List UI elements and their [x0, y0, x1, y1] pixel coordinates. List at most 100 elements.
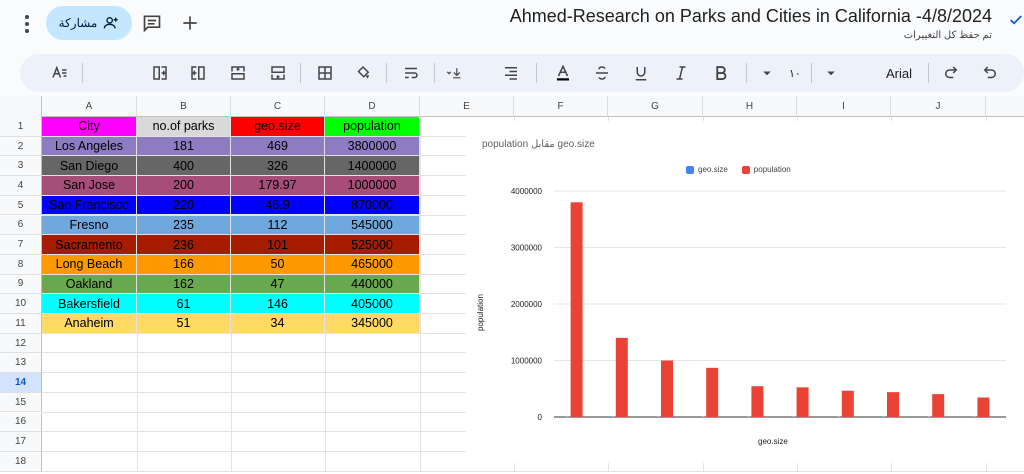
population-bar[interactable]: [570, 202, 583, 417]
cell-parks[interactable]: 166: [137, 254, 231, 275]
cell-geo-size[interactable]: 46.9: [231, 195, 325, 216]
cell-geo-size[interactable]: 112: [231, 215, 325, 236]
column-header-f[interactable]: F: [514, 96, 608, 117]
cell-parks[interactable]: 200: [137, 176, 231, 196]
geo-size-bar[interactable]: [883, 416, 885, 418]
comment-icon[interactable]: [142, 13, 162, 33]
cell-population[interactable]: 465000: [325, 254, 420, 275]
cell-population[interactable]: 3800000: [325, 136, 420, 157]
population-bar[interactable]: [751, 386, 764, 417]
header-cell[interactable]: population: [325, 117, 420, 137]
cell-population[interactable]: 440000: [325, 274, 420, 295]
row-header-9[interactable]: 9: [0, 274, 42, 295]
cell-geo-size[interactable]: 50: [231, 254, 325, 275]
row-header-6[interactable]: 6: [0, 215, 42, 236]
horizontal-align-icon[interactable]: [502, 63, 520, 83]
cell-parks[interactable]: 181: [137, 136, 231, 157]
cell-parks[interactable]: 236: [137, 235, 231, 255]
geo-size-bar[interactable]: [657, 416, 659, 418]
column-header-d[interactable]: D: [325, 96, 420, 117]
geo-size-bar[interactable]: [747, 416, 750, 418]
column-header-b[interactable]: B: [137, 96, 231, 117]
cell-city[interactable]: Bakersfield: [42, 294, 137, 314]
cell-geo-size[interactable]: 146: [231, 294, 325, 314]
cell-city[interactable]: Oakland: [42, 274, 137, 295]
population-bar[interactable]: [661, 360, 673, 418]
row-header-2[interactable]: 2: [0, 136, 42, 157]
cell-parks[interactable]: 61: [137, 294, 231, 314]
embedded-chart[interactable]: population مقابل geo.size geo.size popul…: [466, 121, 1024, 463]
text-color-icon[interactable]: [554, 63, 572, 83]
geo-size-bar[interactable]: [837, 416, 840, 418]
population-bar[interactable]: [887, 392, 899, 417]
column-header-i[interactable]: I: [797, 96, 891, 117]
font-size-dropdown-icon[interactable]: [758, 63, 776, 83]
population-bar[interactable]: [841, 390, 854, 417]
geo-size-bar[interactable]: [566, 416, 569, 418]
header-cell[interactable]: geo.size: [231, 117, 325, 137]
population-bar[interactable]: [615, 337, 628, 417]
cell-city[interactable]: San Jose: [42, 176, 137, 196]
insert-column-left-icon[interactable]: [189, 63, 207, 83]
row-header-11[interactable]: 11: [0, 314, 42, 334]
row-header-17[interactable]: 17: [0, 432, 42, 452]
insert-column-right-icon[interactable]: [151, 63, 169, 83]
font-dropdown-icon[interactable]: [822, 63, 840, 83]
row-header-5[interactable]: 5: [0, 195, 42, 216]
header-cell[interactable]: City: [42, 117, 137, 137]
row-header-13[interactable]: 13: [0, 353, 42, 374]
cell-geo-size[interactable]: 47: [231, 274, 325, 295]
redo-icon[interactable]: [942, 63, 960, 83]
select-all-corner[interactable]: [0, 96, 42, 117]
header-cell[interactable]: no.of parks: [137, 117, 231, 137]
row-header-12[interactable]: 12: [0, 333, 42, 354]
text-direction-icon[interactable]: [50, 63, 68, 83]
cell-population[interactable]: 870000: [325, 195, 420, 216]
share-button[interactable]: مشاركة: [46, 6, 132, 40]
column-header-c[interactable]: C: [231, 96, 325, 117]
cell-city[interactable]: Long Beach: [42, 254, 137, 275]
cell-parks[interactable]: 400: [137, 156, 231, 177]
cell-geo-size[interactable]: 179.97: [231, 176, 325, 196]
row-header-18[interactable]: 18: [0, 451, 42, 472]
geo-size-bar[interactable]: [928, 416, 931, 418]
font-name[interactable]: Arial: [886, 63, 912, 83]
column-header-g[interactable]: G: [608, 96, 703, 117]
cell-population[interactable]: 345000: [325, 314, 420, 334]
insert-row-below-icon[interactable]: [229, 63, 247, 83]
geo-size-bar[interactable]: [611, 416, 614, 418]
row-header-7[interactable]: 7: [0, 235, 42, 255]
cell-population[interactable]: 525000: [325, 235, 420, 255]
row-header-15[interactable]: 15: [0, 392, 42, 413]
cell-city[interactable]: San Diego: [42, 156, 137, 177]
column-header-a[interactable]: A: [42, 96, 137, 117]
insert-row-above-icon[interactable]: [269, 63, 287, 83]
undo-icon[interactable]: [981, 63, 999, 83]
geo-size-bar[interactable]: [702, 416, 705, 418]
cell-population[interactable]: 1000000: [325, 176, 420, 196]
vertical-align-icon[interactable]: [446, 63, 464, 83]
cell-parks[interactable]: 220: [137, 195, 231, 216]
cell-population[interactable]: 545000: [325, 215, 420, 236]
cell-city[interactable]: Los Angeles: [42, 136, 137, 157]
population-bar[interactable]: [706, 367, 719, 417]
cell-geo-size[interactable]: 101: [231, 235, 325, 255]
cell-city[interactable]: Fresno: [42, 215, 137, 236]
bold-icon[interactable]: [712, 63, 730, 83]
column-header-j[interactable]: J: [891, 96, 986, 117]
column-header-h[interactable]: H: [703, 96, 797, 117]
cell-geo-size[interactable]: 326: [231, 156, 325, 177]
borders-icon[interactable]: [316, 63, 334, 83]
row-header-8[interactable]: 8: [0, 254, 42, 275]
more-options-icon[interactable]: [18, 13, 36, 35]
row-header-1[interactable]: 1: [0, 117, 42, 137]
italic-icon[interactable]: [672, 63, 690, 83]
text-wrap-icon[interactable]: [402, 63, 420, 83]
row-header-3[interactable]: 3: [0, 156, 42, 177]
column-header-e[interactable]: E: [420, 96, 514, 117]
cell-city[interactable]: San Francisco: [42, 195, 137, 216]
population-bar[interactable]: [796, 387, 809, 417]
underline-icon[interactable]: [632, 63, 650, 83]
document-title[interactable]: Ahmed-Research on Parks and Cities in Ca…: [510, 6, 992, 27]
row-header-4[interactable]: 4: [0, 176, 42, 196]
